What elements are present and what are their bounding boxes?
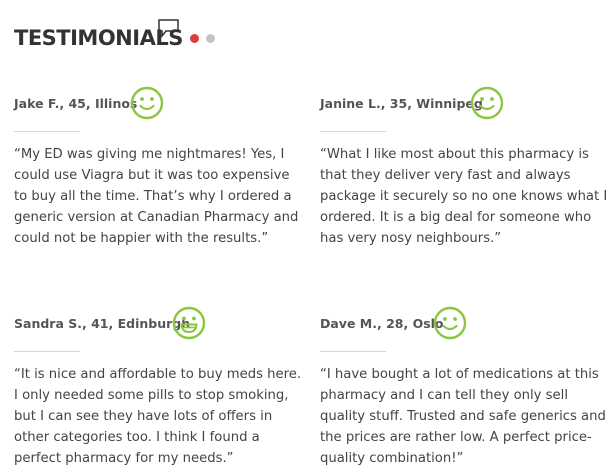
divider (320, 131, 386, 132)
carousel-pager (190, 34, 215, 43)
testimonial-card: Janine L., 35, Winnipeg “What I like mos… (320, 84, 607, 246)
testimonial-card: Sandra S., 41, Edinburgh “It is nice and… (14, 304, 301, 466)
reviewer-name: Dave M., 28, Oslo (320, 316, 444, 331)
pager-dot-2[interactable] (206, 34, 215, 43)
testimonial-quote: “I have bought a lot of medications at t… (320, 367, 606, 466)
grin-icon (172, 306, 206, 340)
reviewer-name: Sandra S., 41, Edinburgh (14, 316, 191, 331)
smiley-icon (130, 86, 164, 120)
testimonial-card: Dave M., 28, Oslo “I have bought a lot o… (320, 304, 606, 466)
testimonial-quote: “My ED was giving me nightmares! Yes, I … (14, 147, 299, 246)
testimonial-header: Jake F., 45, Illinos (14, 84, 299, 124)
speech-bubble-icon (158, 19, 179, 38)
smiley-icon (470, 86, 504, 120)
testimonial-quote: “What I like most about this pharmacy is… (320, 147, 608, 246)
divider (320, 351, 386, 352)
testimonial-quote: “It is nice and affordable to buy meds h… (14, 367, 302, 466)
pager-dot-1[interactable] (190, 34, 199, 43)
testimonial-header: Sandra S., 41, Edinburgh (14, 304, 299, 344)
reviewer-name: Jake F., 45, Illinos (14, 96, 138, 111)
testimonials-header: TESTIMONIALS (14, 18, 314, 58)
divider (14, 351, 80, 352)
testimonial-card: Jake F., 45, Illinos “My ED was giving m… (14, 84, 299, 246)
divider (14, 131, 80, 132)
reviewer-name: Janine L., 35, Winnipeg (320, 96, 483, 111)
testimonial-header: Janine L., 35, Winnipeg (320, 84, 605, 124)
testimonial-header: Dave M., 28, Oslo (320, 304, 605, 344)
smiley-icon (433, 306, 467, 340)
